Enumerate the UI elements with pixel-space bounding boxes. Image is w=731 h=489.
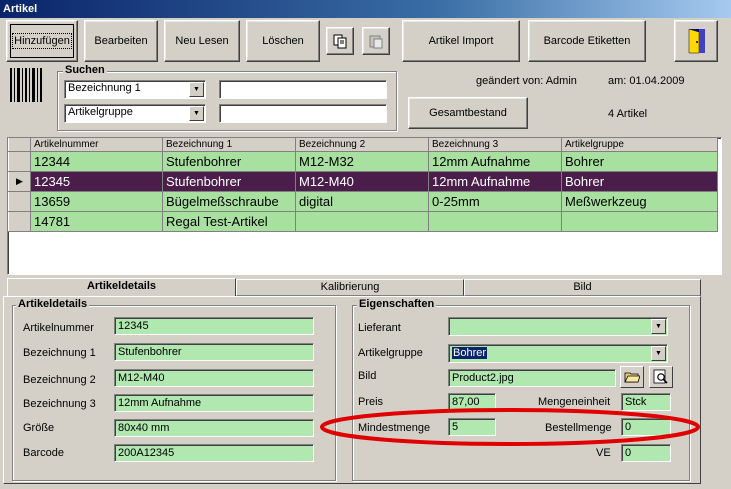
table-cell[interactable]: Bügelmeßschraube (162, 190, 296, 212)
column-header-bez3[interactable]: Bezeichnung 3 (428, 138, 562, 152)
group-label: Artikelgruppe (358, 347, 423, 359)
details-group-title: Artikeldetails (16, 298, 90, 310)
article-grid[interactable]: Artikelnummer Bezeichnung 1 Bezeichnung … (7, 137, 722, 275)
table-cell[interactable] (428, 210, 562, 232)
total-stock-button[interactable]: Gesamtbestand (408, 97, 528, 129)
image-field[interactable]: Product2.jpg (448, 369, 616, 387)
barcode-labels-button[interactable]: Barcode Etiketten (528, 20, 646, 62)
table-row[interactable]: 14781 Regal Test-Artikel (8, 210, 718, 232)
table-cell[interactable]: 0-25mm (428, 190, 562, 212)
chevron-down-icon[interactable]: ▼ (189, 82, 204, 97)
article-import-button[interactable]: Artikel Import (402, 20, 520, 62)
table-cell[interactable]: Bohrer (561, 170, 718, 192)
barcode-field[interactable]: 200A12345 (114, 444, 314, 462)
chevron-down-icon[interactable]: ▼ (651, 346, 666, 361)
table-cell[interactable]: 13659 (30, 190, 163, 212)
table-row-selected[interactable]: ▶ 12345 Stufenbohrer M12-M40 12mm Aufnah… (8, 170, 718, 192)
row-pointer-icon[interactable]: ▶ (8, 170, 31, 192)
column-header-bez2[interactable]: Bezeichnung 2 (295, 138, 429, 152)
delete-button[interactable]: Löschen (246, 20, 320, 62)
table-cell[interactable]: Stufenbohrer (162, 150, 296, 172)
table-cell[interactable] (295, 210, 429, 232)
article-group-select[interactable]: Bohrer ▼ (448, 344, 668, 363)
grid-corner (8, 138, 31, 152)
chevron-down-icon[interactable]: ▼ (651, 319, 666, 334)
table-row[interactable]: 12344 Stufenbohrer M12-M32 12mm Aufnahme… (8, 150, 718, 172)
chevron-down-icon[interactable]: ▼ (189, 106, 204, 121)
image-label: Bild (358, 370, 377, 382)
tab-calibration[interactable]: Kalibrierung (236, 279, 464, 296)
table-cell[interactable]: Bohrer (561, 150, 718, 172)
column-header-group[interactable]: Artikelgruppe (561, 138, 718, 152)
changed-by-label: geändert von: Admin (476, 75, 577, 87)
table-cell[interactable]: 12344 (30, 150, 163, 172)
table-cell[interactable]: 12mm Aufnahme (428, 150, 562, 172)
edit-button[interactable]: Bearbeiten (84, 20, 158, 62)
row-indicator[interactable] (8, 150, 31, 172)
changed-on-label: am: 01.04.2009 (608, 75, 685, 87)
barcode-label: Barcode (23, 447, 64, 459)
supplier-select[interactable]: ▼ (448, 317, 668, 336)
column-header-bez1[interactable]: Bezeichnung 1 (162, 138, 296, 152)
bez1-label: Bezeichnung 1 (23, 347, 96, 359)
table-cell[interactable]: Regal Test-Artikel (162, 210, 296, 232)
article-count: 4 Artikel (608, 108, 648, 120)
table-cell[interactable]: digital (295, 190, 429, 212)
reload-button[interactable]: Neu Lesen (164, 20, 240, 62)
window-title: Artikel (0, 0, 731, 18)
table-cell[interactable]: Meßwerkzeug (561, 190, 718, 212)
column-header-artnr[interactable]: Artikelnummer (30, 138, 163, 152)
search-field2-select[interactable]: Artikelgruppe ▼ (64, 104, 206, 123)
barcode-icon (10, 68, 44, 102)
ve-label: VE (596, 447, 611, 459)
table-cell[interactable]: Stufenbohrer (162, 170, 296, 192)
bez3-label: Bezeichnung 3 (23, 398, 96, 410)
exit-door-icon[interactable] (674, 20, 718, 62)
supplier-label: Lieferant (358, 322, 401, 334)
tab-article-details[interactable]: Artikeldetails (7, 278, 236, 297)
bez2-field[interactable]: M12-M40 (114, 369, 314, 387)
properties-group-title: Eigenschaften (357, 298, 437, 310)
row-indicator[interactable] (8, 190, 31, 212)
table-cell[interactable]: 14781 (30, 210, 163, 232)
grid-header-row: Artikelnummer Bezeichnung 1 Bezeichnung … (8, 138, 718, 152)
bez3-field[interactable]: 12mm Aufnahme (114, 394, 314, 412)
bez1-field[interactable]: Stufenbohrer (114, 343, 314, 361)
row-indicator[interactable] (8, 210, 31, 232)
search-field1-select[interactable]: Bezeichnung 1 ▼ (64, 80, 206, 99)
size-field[interactable]: 80x40 mm (114, 419, 314, 437)
artnr-field[interactable]: 12345 (114, 317, 314, 335)
size-label: Größe (23, 422, 55, 434)
table-row[interactable]: 13659 Bügelmeßschraube digital 0-25mm Me… (8, 190, 718, 212)
artnr-label: Artikelnummer (23, 322, 94, 334)
highlight-ellipse (320, 408, 700, 446)
paste-icon[interactable] (362, 27, 390, 55)
table-cell[interactable]: 12345 (30, 170, 163, 192)
search-value2-input[interactable] (219, 104, 387, 123)
open-folder-icon[interactable] (620, 366, 644, 388)
table-cell[interactable]: 12mm Aufnahme (428, 170, 562, 192)
table-cell[interactable]: M12-M40 (295, 170, 429, 192)
copy-icon[interactable] (326, 27, 354, 55)
add-button[interactable]: Hinzufügen (6, 20, 78, 62)
search-value1-input[interactable] (219, 80, 387, 99)
table-cell[interactable]: M12-M32 (295, 150, 429, 172)
preview-magnifier-icon[interactable] (649, 366, 673, 388)
bez2-label: Bezeichnung 2 (23, 374, 96, 386)
search-group-title: Suchen (63, 64, 107, 76)
tab-image[interactable]: Bild (464, 279, 701, 296)
table-cell[interactable] (561, 210, 718, 232)
